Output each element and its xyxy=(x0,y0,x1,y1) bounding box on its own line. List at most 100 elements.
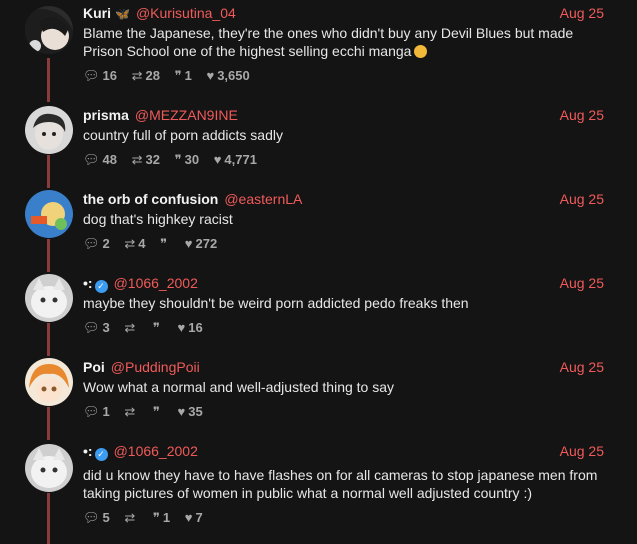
repost-button[interactable]: ⇄ 32 xyxy=(132,152,160,168)
post-date[interactable]: Aug 25 xyxy=(560,106,604,124)
verified-check-icon: ✓ xyxy=(94,280,108,293)
quote-icon: ❞ xyxy=(152,320,160,335)
user-handle[interactable]: @MEZZAN9INE xyxy=(135,107,238,123)
repost-button[interactable]: ⇄ 28 xyxy=(132,68,160,84)
quote-button[interactable]: ❞ xyxy=(160,236,170,252)
repost-arrows-icon: ⇄ xyxy=(124,404,136,419)
post-text-content: Blame the Japanese, they're the ones who… xyxy=(83,25,574,59)
verified-check-icon: ✓ xyxy=(94,448,108,461)
like-button[interactable]: ♥ 4,771 xyxy=(214,152,257,168)
repost-arrows-icon: ⇄ xyxy=(124,510,136,525)
quote-count: 30 xyxy=(184,152,200,167)
like-button[interactable]: ♥ 3,650 xyxy=(206,68,249,84)
speech-bubble-icon: 💬︎ xyxy=(83,404,100,419)
speech-bubble-icon: 💬︎ xyxy=(83,510,100,525)
heart-icon: ♥ xyxy=(213,152,222,167)
post[interactable]: Kuri 🦋 @Kurisutina_04 Aug 25 Blame the Jap… xyxy=(0,4,637,94)
post-header: •: ✓ @1066_2002 Aug 25 xyxy=(83,274,604,293)
post-date[interactable]: Aug 25 xyxy=(560,4,604,22)
reply-count: 48 xyxy=(102,152,117,167)
user-handle[interactable]: @1066_2002 xyxy=(114,275,198,291)
repost-count: 32 xyxy=(145,152,160,167)
display-name[interactable]: Kuri xyxy=(83,5,111,21)
repost-count: 28 xyxy=(145,68,160,83)
post-date[interactable]: Aug 25 xyxy=(560,274,604,292)
repost-button[interactable]: ⇄ 4 xyxy=(124,236,145,252)
reply-button[interactable]: 💬︎ 3 xyxy=(83,320,110,336)
quote-icon: ❞ xyxy=(152,510,160,525)
like-count: 16 xyxy=(188,320,203,335)
post-text: did u know they have to have flashes on … xyxy=(83,467,598,501)
user-handle[interactable]: @1066_2002 xyxy=(114,443,198,459)
quote-count: 1 xyxy=(184,68,192,83)
post-header: Poi @PuddingPoii Aug 25 xyxy=(83,358,604,376)
reply-button[interactable]: 💬︎ 48 xyxy=(83,152,117,168)
post[interactable]: prisma @MEZZAN9INE Aug 25 country full of… xyxy=(0,106,637,176)
post[interactable]: the orb of confusion @easternLA Aug 25 do… xyxy=(0,190,637,260)
post-text: maybe they shouldn't be weird porn addic… xyxy=(83,295,469,311)
quote-button[interactable]: ❞ 1 xyxy=(175,68,192,84)
post-stats: 💬︎ 5 ⇄ ❞ 1 ♥ 7 xyxy=(83,510,214,526)
speech-bubble-icon: 💬︎ xyxy=(83,236,100,251)
repost-button[interactable]: ⇄ xyxy=(124,320,138,336)
quote-button[interactable]: ❞ xyxy=(153,404,163,420)
post-text: country full of porn addicts sadly xyxy=(83,127,283,143)
like-count: 272 xyxy=(195,236,218,251)
avatar[interactable] xyxy=(25,358,73,406)
reply-button[interactable]: 💬︎ 16 xyxy=(83,68,117,84)
post[interactable]: Poi @PuddingPoii Aug 25 Wow what a normal… xyxy=(0,358,637,428)
like-count: 4,771 xyxy=(224,152,257,167)
post-date[interactable]: Aug 25 xyxy=(560,190,604,208)
post-date[interactable]: Aug 25 xyxy=(560,442,604,460)
post-header: •: ✓ @1066_2002 Aug 25 xyxy=(83,442,604,461)
post-header: Kuri 🦋 @Kurisutina_04 Aug 25 xyxy=(83,4,604,22)
display-name[interactable]: •: xyxy=(83,443,93,459)
quote-button[interactable]: ❞ 1 xyxy=(153,510,170,526)
avatar[interactable] xyxy=(25,444,73,492)
quote-icon: ❞ xyxy=(152,404,160,419)
reply-count: 16 xyxy=(102,68,117,83)
avatar[interactable] xyxy=(25,274,73,322)
like-button[interactable]: ♥ 35 xyxy=(178,404,203,420)
user-handle[interactable]: @PuddingPoii xyxy=(111,359,200,375)
quote-button[interactable]: ❞ 30 xyxy=(175,152,199,168)
user-handle[interactable]: @Kurisutina_04 xyxy=(136,5,236,21)
post-stats: 💬︎ 48 ⇄ 32 ❞ 30 ♥ 4,771 xyxy=(83,152,268,168)
display-name[interactable]: •: xyxy=(83,275,93,291)
post-text: dog that's highkey racist xyxy=(83,211,233,227)
display-name[interactable]: Poi xyxy=(83,359,105,375)
avatar[interactable] xyxy=(25,6,73,54)
repost-button[interactable]: ⇄ xyxy=(124,510,138,526)
repost-count: 4 xyxy=(138,236,146,251)
speech-bubble-icon: 💬︎ xyxy=(83,320,100,335)
heart-icon: ♥ xyxy=(206,68,215,83)
repost-arrows-icon: ⇄ xyxy=(124,236,136,251)
post[interactable]: •: ✓ @1066_2002 Aug 25 maybe they shouldn'… xyxy=(0,274,637,344)
heart-icon: ♥ xyxy=(184,510,193,525)
reply-button[interactable]: 💬︎ 5 xyxy=(83,510,110,526)
post-date[interactable]: Aug 25 xyxy=(560,358,604,376)
post[interactable]: •: ✓ @1066_2002 Aug 25 did u know they hav… xyxy=(0,442,637,532)
post-stats: 💬︎ 16 ⇄ 28 ❞ 1 ♥ 3,650 xyxy=(83,68,261,84)
repost-arrows-icon: ⇄ xyxy=(131,152,143,167)
reply-button[interactable]: 💬︎ 1 xyxy=(83,404,110,420)
quote-count: 1 xyxy=(162,510,171,525)
quote-icon: ❞ xyxy=(174,68,182,83)
like-button[interactable]: ♥ 272 xyxy=(185,236,217,252)
like-button[interactable]: ♥ 16 xyxy=(178,320,203,336)
heart-icon: ♥ xyxy=(184,236,193,251)
like-count: 35 xyxy=(188,404,203,419)
user-handle[interactable]: @easternLA xyxy=(224,191,302,207)
quote-button[interactable]: ❞ xyxy=(153,320,163,336)
display-name[interactable]: the orb of confusion xyxy=(83,191,218,207)
reply-button[interactable]: 💬︎ 2 xyxy=(83,236,110,252)
reply-count: 1 xyxy=(102,404,110,419)
avatar[interactable] xyxy=(25,190,73,238)
heart-icon: ♥ xyxy=(177,404,186,419)
post-stats: 💬︎ 3 ⇄ ❞ ♥ 16 xyxy=(83,320,214,336)
repost-button[interactable]: ⇄ xyxy=(124,404,138,420)
avatar[interactable] xyxy=(25,106,73,154)
repost-arrows-icon: ⇄ xyxy=(131,68,143,83)
display-name[interactable]: prisma xyxy=(83,107,129,123)
like-button[interactable]: ♥ 7 xyxy=(185,510,203,526)
